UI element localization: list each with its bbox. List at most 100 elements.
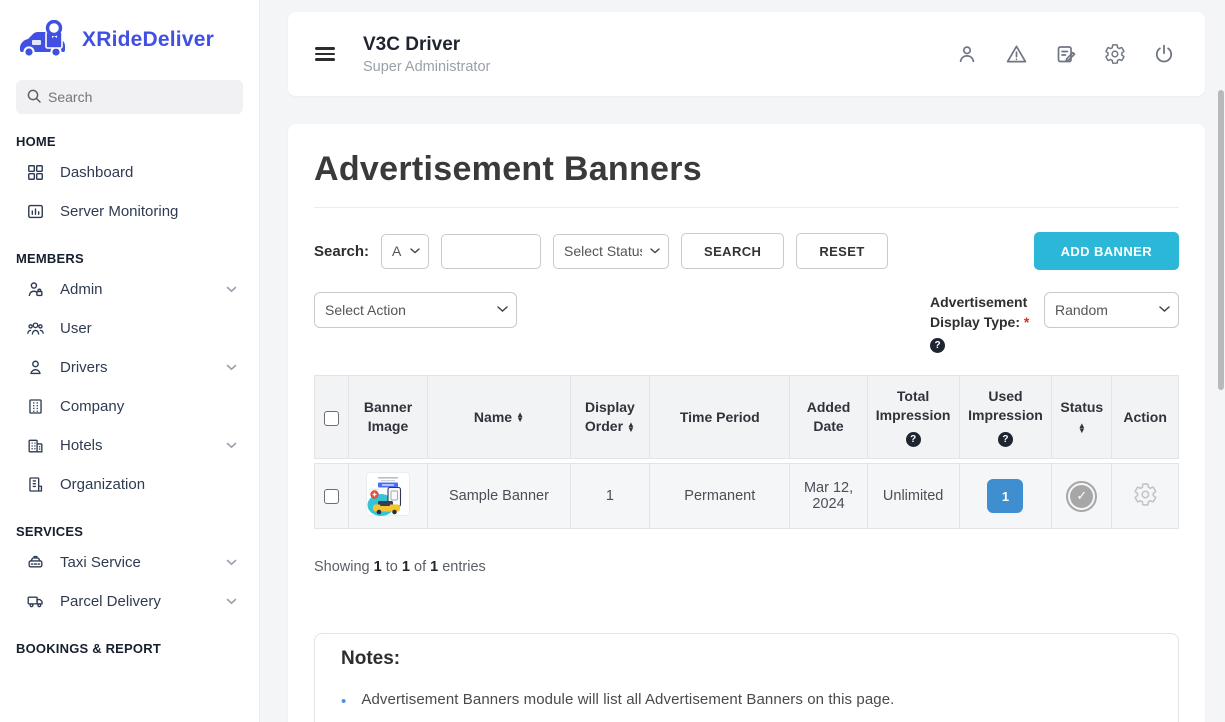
table-row: Sample Banner 1 Permanent Mar 12, 2024 U… [314, 463, 1179, 529]
col-time-period: Time Period [649, 375, 789, 459]
status-select[interactable]: Select Status [553, 234, 669, 269]
search-keyword-input[interactable] [441, 234, 541, 269]
sidebar-item-taxi-service[interactable]: Taxi Service [16, 543, 243, 582]
brand-logo-icon [18, 20, 74, 60]
action-row: Select Action Advertisement Display Type… [314, 292, 1179, 353]
profile-icon[interactable] [956, 43, 978, 65]
banner-image-cell [348, 463, 427, 529]
sidebar-search-input[interactable] [16, 80, 243, 114]
header-actions [956, 43, 1175, 65]
required-asterisk: * [1024, 314, 1029, 330]
sort-icon: ▲▼ [516, 413, 524, 423]
hotel-icon [25, 436, 45, 455]
sort-icon: ▲▼ [627, 423, 635, 433]
total-impression-cell: Unlimited [867, 463, 959, 529]
divider [314, 207, 1179, 208]
banner-thumbnail[interactable] [366, 472, 410, 516]
sidebar-item-user[interactable]: User [16, 309, 243, 348]
sort-icon: ▲▼ [1078, 424, 1086, 434]
brand-name: XRideDeliver [82, 28, 214, 52]
chevron-down-icon [226, 364, 237, 371]
row-checkbox[interactable] [324, 489, 339, 504]
sidebar-item-parcel-delivery[interactable]: Parcel Delivery [16, 582, 243, 621]
sidebar-item-drivers[interactable]: Drivers [16, 348, 243, 387]
driver-icon [25, 358, 45, 377]
menu-icon[interactable] [315, 44, 335, 64]
sidebar-item-admin[interactable]: Admin [16, 270, 243, 309]
name-cell: Sample Banner [427, 463, 569, 529]
used-impression-badge[interactable]: 1 [987, 479, 1023, 513]
main-area: V3C Driver Super Administrator [260, 0, 1225, 722]
action-select[interactable]: Select Action [314, 292, 517, 328]
alert-icon[interactable] [1005, 43, 1028, 65]
user-role: Super Administrator [363, 59, 490, 75]
select-all-checkbox[interactable] [324, 411, 339, 426]
entries-summary: Showing 1 to 1 of 1 entries [314, 559, 1179, 575]
notes-title: Notes: [341, 648, 1152, 670]
filter-bar: Search: All Select Status SEARCH RESET A… [314, 232, 1179, 270]
used-impression-cell: 1 [959, 463, 1052, 529]
search-icon [26, 88, 42, 104]
help-icon[interactable]: ? [930, 338, 945, 353]
chevron-down-icon [226, 598, 237, 605]
sidebar: XRideDeliver HOME Dashboard Server Monit… [0, 0, 260, 722]
notes-panel: Notes: •Advertisement Banners module wil… [314, 633, 1179, 722]
chevron-down-icon [226, 442, 237, 449]
report-edit-icon[interactable] [1055, 43, 1077, 65]
reset-button[interactable]: RESET [796, 233, 887, 269]
user-group-icon [25, 319, 45, 338]
search-category-select-wrap: All [381, 234, 429, 269]
settings-icon[interactable] [1104, 43, 1126, 65]
select-all-cell [314, 375, 348, 459]
search-label: Search: [314, 243, 369, 260]
status-select-wrap: Select Status [553, 234, 669, 269]
page-title: Advertisement Banners [314, 150, 1179, 189]
banners-table: Banner Image Name▲▼ Display Order▲▼ Time… [314, 371, 1179, 533]
action-cell [1111, 463, 1179, 529]
action-select-wrap: Select Action [314, 292, 517, 328]
dashboard-icon [25, 163, 45, 182]
scrollbar-thumb[interactable] [1218, 90, 1224, 390]
sidebar-item-dashboard[interactable]: Dashboard [16, 153, 243, 192]
time-period-cell: Permanent [649, 463, 789, 529]
page-scrollbar[interactable] [1217, 0, 1225, 722]
bullet-icon: • [341, 691, 346, 712]
col-display-order[interactable]: Display Order▲▼ [570, 375, 649, 459]
delivery-truck-icon [25, 592, 45, 611]
add-banner-button[interactable]: ADD BANNER [1034, 232, 1179, 270]
col-added-date: Added Date [789, 375, 866, 459]
display-type-label: Advertisement Display Type: * ? [930, 292, 1034, 353]
sidebar-item-server-monitoring[interactable]: Server Monitoring [16, 192, 243, 231]
display-type-group: Advertisement Display Type: * ? Random [930, 292, 1179, 353]
col-banner-image: Banner Image [348, 375, 427, 459]
display-type-select[interactable]: Random [1044, 292, 1179, 328]
col-name[interactable]: Name▲▼ [427, 375, 569, 459]
table-header-row: Banner Image Name▲▼ Display Order▲▼ Time… [314, 375, 1179, 459]
top-header: V3C Driver Super Administrator [288, 12, 1205, 96]
status-active-icon[interactable]: ✓ [1066, 481, 1097, 512]
sidebar-item-organization[interactable]: Organization [16, 465, 243, 504]
search-category-select[interactable]: All [381, 234, 429, 269]
sidebar-section-bookings-report: BOOKINGS & REPORT [16, 641, 243, 656]
chevron-down-icon [226, 559, 237, 566]
search-button[interactable]: SEARCH [681, 233, 784, 269]
col-status[interactable]: Status▲▼ [1051, 375, 1111, 459]
row-select-cell [314, 463, 348, 529]
action-gear-icon[interactable] [1133, 482, 1158, 507]
col-used-impression: Used Impression? [959, 375, 1052, 459]
display-type-select-wrap: Random [1044, 292, 1179, 353]
app-window: XRideDeliver HOME Dashboard Server Monit… [0, 0, 1225, 722]
help-icon[interactable]: ? [998, 432, 1013, 447]
power-icon[interactable] [1153, 43, 1175, 65]
display-order-cell: 1 [570, 463, 649, 529]
server-monitoring-icon [25, 202, 45, 221]
taxi-icon [25, 553, 45, 572]
sidebar-item-hotels[interactable]: Hotels [16, 426, 243, 465]
help-icon[interactable]: ? [906, 432, 921, 447]
company-icon [25, 397, 45, 416]
sidebar-section-members: MEMBERS [16, 251, 243, 266]
sidebar-item-company[interactable]: Company [16, 387, 243, 426]
brand[interactable]: XRideDeliver [16, 16, 243, 62]
content-card: Advertisement Banners Search: All Select… [288, 124, 1205, 722]
current-user: V3C Driver Super Administrator [363, 34, 490, 75]
